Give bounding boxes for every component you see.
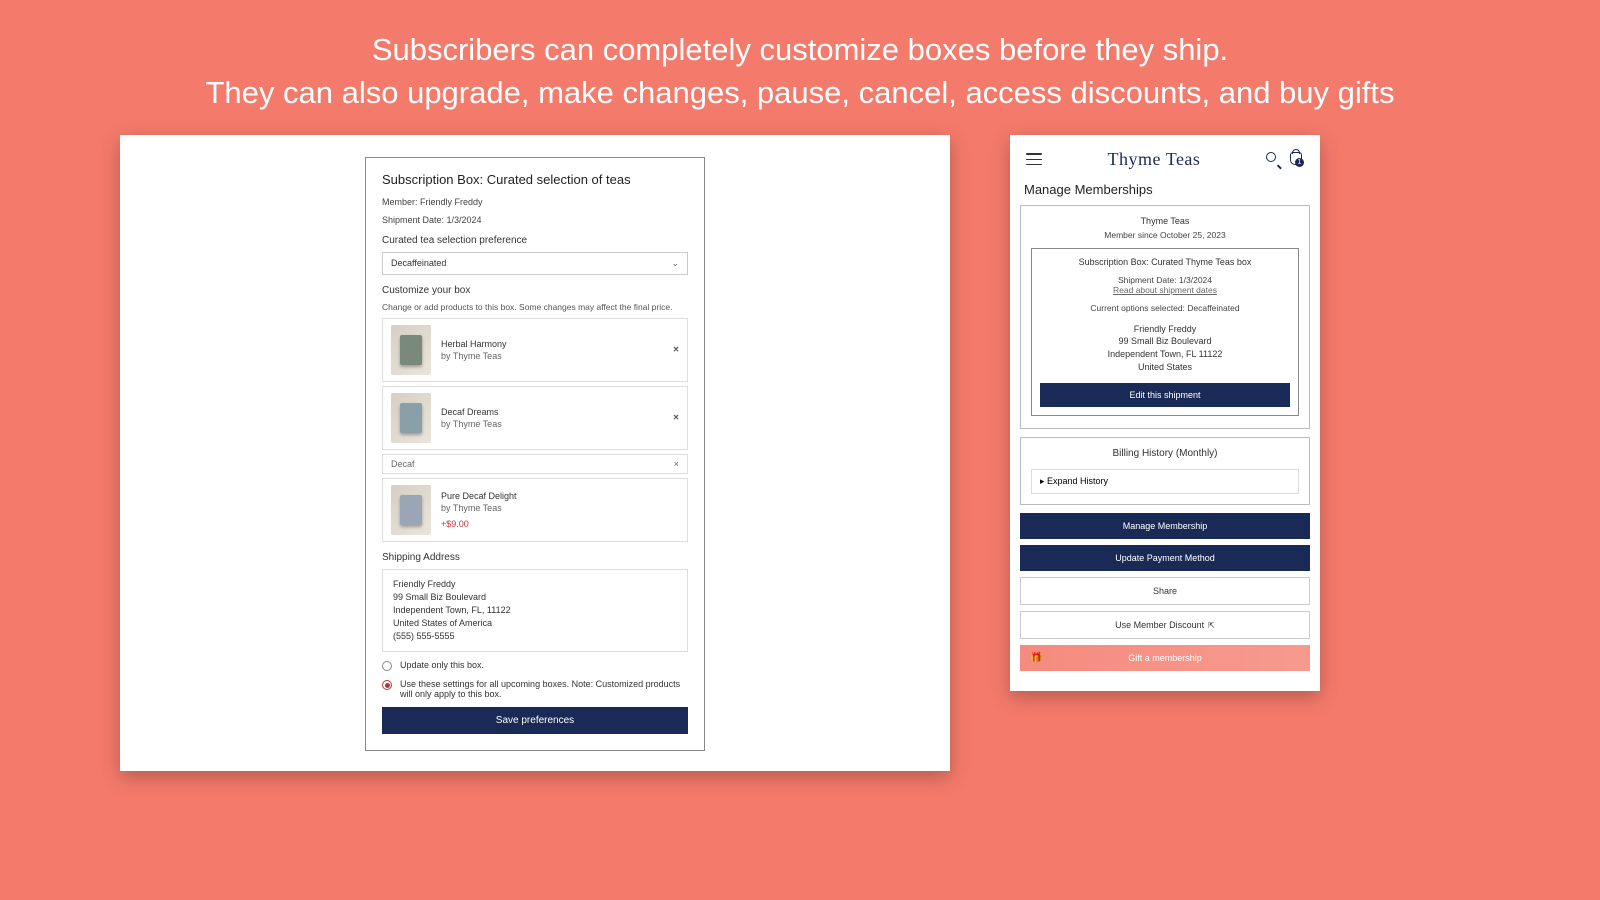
desktop-panel: Subscription Box: Curated selection of t… (120, 135, 950, 771)
preference-select[interactable]: Decaffeinated ⌄ (382, 252, 688, 275)
gift-membership-button[interactable]: 🎁 Gift a membership (1020, 645, 1310, 671)
product-vendor: by Thyme Teas (441, 502, 517, 514)
clear-icon[interactable]: × (674, 459, 679, 469)
subscription-form: Subscription Box: Curated selection of t… (365, 157, 705, 751)
radio-label: Update only this box. (400, 660, 484, 670)
shipment-date-label: Shipment Date: 1/3/2024 (382, 215, 688, 225)
member-since: Member since October 25, 2023 (1031, 230, 1299, 240)
ship-dates-link[interactable]: Read about shipment dates (1040, 285, 1290, 295)
shipment-card: Subscription Box: Curated Thyme Teas box… (1031, 248, 1299, 416)
customize-label: Customize your box (382, 285, 688, 296)
headline-line-2: They can also upgrade, make changes, pau… (40, 71, 1560, 114)
product-thumbnail (391, 485, 431, 535)
addr-phone: (555) 555-5555 (393, 630, 677, 643)
radio-icon (382, 680, 392, 690)
expand-history-button[interactable]: Expand History (1031, 469, 1299, 494)
product-name: Herbal Harmony (441, 338, 507, 350)
product-vendor: by Thyme Teas (441, 350, 507, 362)
radio-icon (382, 661, 392, 671)
ship-date: Shipment Date: 1/3/2024 (1040, 275, 1290, 285)
menu-icon[interactable] (1026, 153, 1042, 165)
customize-hint: Change or add products to this box. Some… (382, 302, 688, 312)
mobile-panel: Thyme Teas Manage Memberships Thyme Teas… (1010, 135, 1320, 691)
form-title: Subscription Box: Curated selection of t… (382, 172, 688, 187)
product-row: Herbal Harmony by Thyme Teas × (382, 318, 688, 382)
search-icon[interactable] (1266, 152, 1280, 166)
product-row: Decaf Dreams by Thyme Teas × (382, 386, 688, 450)
shipping-label: Shipping Address (382, 552, 688, 563)
discount-label: Use Member Discount (1115, 620, 1204, 630)
product-name: Decaf Dreams (441, 406, 502, 418)
edit-shipment-button[interactable]: Edit this shipment (1040, 383, 1290, 407)
brand-logo: Thyme Teas (1108, 149, 1201, 170)
chevron-down-icon: ⌄ (671, 258, 679, 269)
addr-country: United States of America (393, 617, 677, 630)
store-name: Thyme Teas (1031, 216, 1299, 226)
product-thumbnail (391, 393, 431, 443)
save-preferences-button[interactable]: Save preferences (382, 707, 688, 734)
scope-radio-this-box[interactable]: Update only this box. (382, 660, 688, 671)
billing-title: Billing History (Monthly) (1031, 448, 1299, 459)
preference-label: Curated tea selection preference (382, 235, 688, 246)
member-address: Friendly Freddy 99 Small Biz Boulevard I… (1040, 323, 1290, 373)
manage-membership-button[interactable]: Manage Membership (1020, 513, 1310, 539)
radio-label: Use these settings for all upcoming boxe… (400, 679, 688, 699)
product-name: Pure Decaf Delight (441, 490, 517, 502)
remove-product-button[interactable]: × (673, 344, 679, 355)
cart-icon[interactable] (1290, 152, 1304, 166)
gift-label: Gift a membership (1128, 653, 1202, 663)
member-discount-button[interactable]: Use Member Discount ⇱ (1020, 611, 1310, 639)
product-price: +$9.00 (441, 518, 517, 530)
external-link-icon: ⇱ (1208, 621, 1215, 630)
product-search-input[interactable]: Decaf × (382, 454, 688, 474)
current-options: Current options selected: Decaffeinated (1040, 303, 1290, 313)
product-vendor: by Thyme Teas (441, 418, 502, 430)
member-label: Member: Friendly Freddy (382, 197, 688, 207)
addr-street: 99 Small Biz Boulevard (393, 591, 677, 604)
gift-icon: 🎁 (1030, 653, 1042, 664)
product-suggestion-row[interactable]: Pure Decaf Delight by Thyme Teas +$9.00 (382, 478, 688, 542)
addr-name: Friendly Freddy (393, 578, 677, 591)
headline-line-1: Subscribers can completely customize box… (40, 28, 1560, 71)
box-title: Subscription Box: Curated Thyme Teas box (1040, 257, 1290, 267)
mobile-header: Thyme Teas (1020, 147, 1310, 178)
shipping-address-box: Friendly Freddy 99 Small Biz Boulevard I… (382, 569, 688, 652)
marketing-headline: Subscribers can completely customize box… (0, 0, 1600, 135)
update-payment-button[interactable]: Update Payment Method (1020, 545, 1310, 571)
page-title: Manage Memberships (1020, 178, 1310, 205)
share-button[interactable]: Share (1020, 577, 1310, 605)
search-value: Decaf (391, 459, 415, 469)
product-thumbnail (391, 325, 431, 375)
remove-product-button[interactable]: × (673, 412, 679, 423)
preference-value: Decaffeinated (391, 258, 446, 268)
addr-city: Independent Town, FL, 11122 (393, 604, 677, 617)
membership-card: Thyme Teas Member since October 25, 2023… (1020, 205, 1310, 429)
billing-history-card: Billing History (Monthly) Expand History (1020, 437, 1310, 505)
scope-radio-all-boxes[interactable]: Use these settings for all upcoming boxe… (382, 679, 688, 699)
